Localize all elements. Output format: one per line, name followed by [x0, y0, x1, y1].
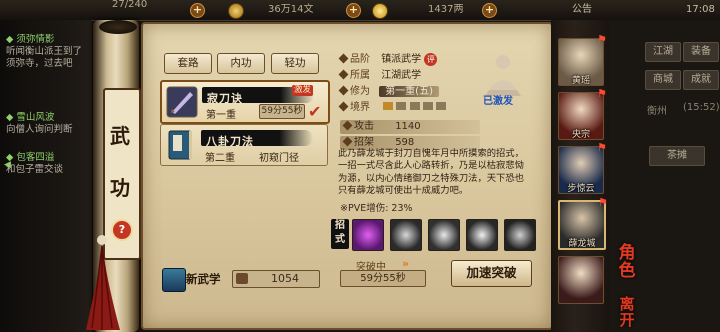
checkmark-icon: ✔: [308, 102, 322, 121]
realm-pip: [409, 102, 420, 110]
announcement-button[interactable]: 公告: [572, 0, 592, 20]
origin-row: 所属 江湖武学: [338, 66, 422, 81]
add-stamina-button[interactable]: +: [190, 3, 205, 18]
parry-value: 598: [395, 137, 415, 148]
top-status-bar: 27/240 + 36万14文 + 1437两 + 公告 17:08: [0, 0, 720, 21]
quest-item[interactable]: ◆ 须弥情影 听闻衡山派王到了须弥寺，过去吧: [6, 34, 90, 70]
tab-inner-power[interactable]: 内功: [217, 53, 265, 74]
gold-value: 1437两: [428, 4, 464, 15]
quest-item[interactable]: ◆ 包客四溢 和包子雷交谈: [6, 152, 90, 176]
skill-card[interactable]: 八卦刀法 第二重 初窥门径: [160, 124, 328, 166]
flag-icon: ⚑: [597, 141, 607, 154]
move-icon[interactable]: [352, 219, 384, 251]
diamond-icon: [338, 53, 349, 64]
move-icon[interactable]: [428, 219, 460, 251]
add-gold-button[interactable]: +: [482, 3, 497, 18]
hero-portrait-selected[interactable]: ⚑ 薛龙城: [558, 196, 608, 250]
move-icon[interactable]: [504, 219, 536, 251]
realm-pip: [396, 102, 407, 110]
skill-description: 此乃薛龙城于封刀自愧年月中所摸索的招式，一招一式尽含此人心路转折，乃是以枯寂悲恸…: [338, 148, 524, 196]
quest-collapse-icon[interactable]: ◀: [4, 160, 11, 170]
manual-book-icon: [168, 130, 192, 160]
hero-name: 央宗: [571, 130, 590, 140]
role-button[interactable]: 角色: [613, 244, 641, 280]
hero-portrait[interactable]: ⚑ 步惊云: [558, 141, 607, 194]
location-coords: (15:52): [683, 102, 720, 113]
skill-card-selected[interactable]: 寂刀诀 第一重 激发 59分55秒 ✔: [160, 80, 330, 124]
grade-row: 品阶 镇派武学 评: [338, 50, 480, 66]
new-skill-label[interactable]: 新武学: [186, 271, 221, 287]
accelerate-button[interactable]: 加速突破: [451, 260, 532, 287]
quest-body: 向僧人询问判断: [6, 124, 73, 135]
skill-name: 八卦刀法: [206, 135, 254, 148]
skill-timer: 59分55秒: [259, 104, 305, 119]
skill-name: 寂刀诀: [207, 92, 243, 105]
silver-coin-icon: [228, 3, 244, 19]
move-icon[interactable]: [390, 219, 422, 251]
hero-name: 黄瑶: [571, 76, 590, 86]
hero-portrait[interactable]: ⚑ 央宗: [558, 87, 607, 140]
skill-desc: 初窥门径: [259, 153, 299, 164]
realm-pip: [422, 102, 433, 110]
silver-value: 36万14文: [268, 4, 314, 15]
origin-value: 江湖武学: [381, 70, 422, 81]
tassel-ornament: [86, 235, 120, 330]
add-silver-button[interactable]: +: [346, 3, 361, 18]
quest-item[interactable]: ◆ 雪山风波 向僧人询问判断: [6, 112, 90, 136]
gold-ingot-icon: [372, 3, 388, 19]
skill-list: 寂刀诀 第一重 激发 59分55秒 ✔ 八卦刀法 第二重 初窥门径: [160, 74, 330, 264]
quest-title: ◆ 包客四溢: [6, 152, 55, 163]
tab-routines[interactable]: 套路: [164, 53, 212, 74]
section-title-char: 武: [110, 124, 130, 148]
menu-jianghu[interactable]: 江湖: [645, 42, 681, 62]
stamina-value: 27/240: [112, 0, 148, 10]
breakthrough-timer: 59分55秒: [340, 270, 426, 287]
double-arrow-icon: »: [402, 257, 410, 270]
level-value: 第一重(五): [379, 86, 439, 97]
flag-icon: ⚑: [597, 87, 607, 100]
grade-value: 镇派武学: [381, 54, 422, 65]
pve-bonus: ※PVE增伤: 23%: [340, 203, 413, 214]
hero-strip: ⚑ 黄瑶 ⚑ 央宗 ⚑ 步惊云 ⚑ 薛龙城: [551, 20, 609, 332]
hero-name: 步惊云: [567, 184, 595, 194]
quest-title: ◆ 雪山风波: [6, 112, 55, 123]
quest-body: 听闻衡山派王到了须弥寺，过去吧: [6, 46, 83, 69]
hero-portrait[interactable]: [558, 256, 604, 304]
skill-points-value: 1054: [271, 272, 299, 285]
clock-text: 17:08: [686, 4, 715, 15]
skill-rank: 第二重: [205, 153, 235, 164]
realm-pip: [435, 102, 446, 110]
quest-title: ◆ 须弥情影: [6, 34, 55, 45]
menu-achievement[interactable]: 成就: [683, 70, 719, 90]
level-row: 修为 第一重(五): [338, 82, 439, 97]
quest-body: 和包子雷交谈: [6, 164, 64, 175]
hero-name: 薛龙城: [568, 239, 596, 249]
hero-portrait[interactable]: ⚑ 黄瑶: [558, 33, 607, 86]
quest-tracker: ◆ 须弥情影 听闻衡山派王到了须弥寺，过去吧 ◆ 雪山风波 向僧人询问判断 ◆ …: [0, 20, 92, 332]
skill-rank: 第一重: [206, 110, 236, 121]
moves-label: 招式: [331, 219, 349, 249]
activated-label: 已激发: [483, 96, 513, 107]
realm-row: 境界: [338, 98, 446, 113]
menu-shop[interactable]: 商城: [645, 70, 681, 90]
leave-button[interactable]: 离开: [613, 296, 641, 328]
realm-pip: [383, 102, 394, 110]
new-skill-icon[interactable]: [162, 268, 186, 292]
points-icon: [236, 273, 248, 284]
skill-points-box: 1054: [232, 270, 320, 288]
right-menu: 江湖 装备 商城 成就 衡州 (15:52) 茶摊 角色 离开: [609, 20, 720, 332]
move-icon[interactable]: [466, 219, 498, 251]
attack-row: 攻击 1140: [340, 120, 480, 134]
activated-badge: 激发: [292, 85, 314, 96]
teahouse-button[interactable]: 茶摊: [649, 146, 705, 166]
tab-lightness[interactable]: 轻功: [271, 53, 319, 74]
section-title-char: 功: [110, 176, 130, 200]
scroll-knob-top: [99, 20, 137, 34]
attack-value: 1140: [395, 121, 421, 132]
flag-icon: ⚑: [597, 33, 607, 46]
grade-badge: 评: [424, 53, 438, 66]
menu-equipment[interactable]: 装备: [683, 42, 719, 62]
blade-scroll-icon: [166, 86, 198, 118]
location-name: 衡州: [647, 106, 667, 117]
